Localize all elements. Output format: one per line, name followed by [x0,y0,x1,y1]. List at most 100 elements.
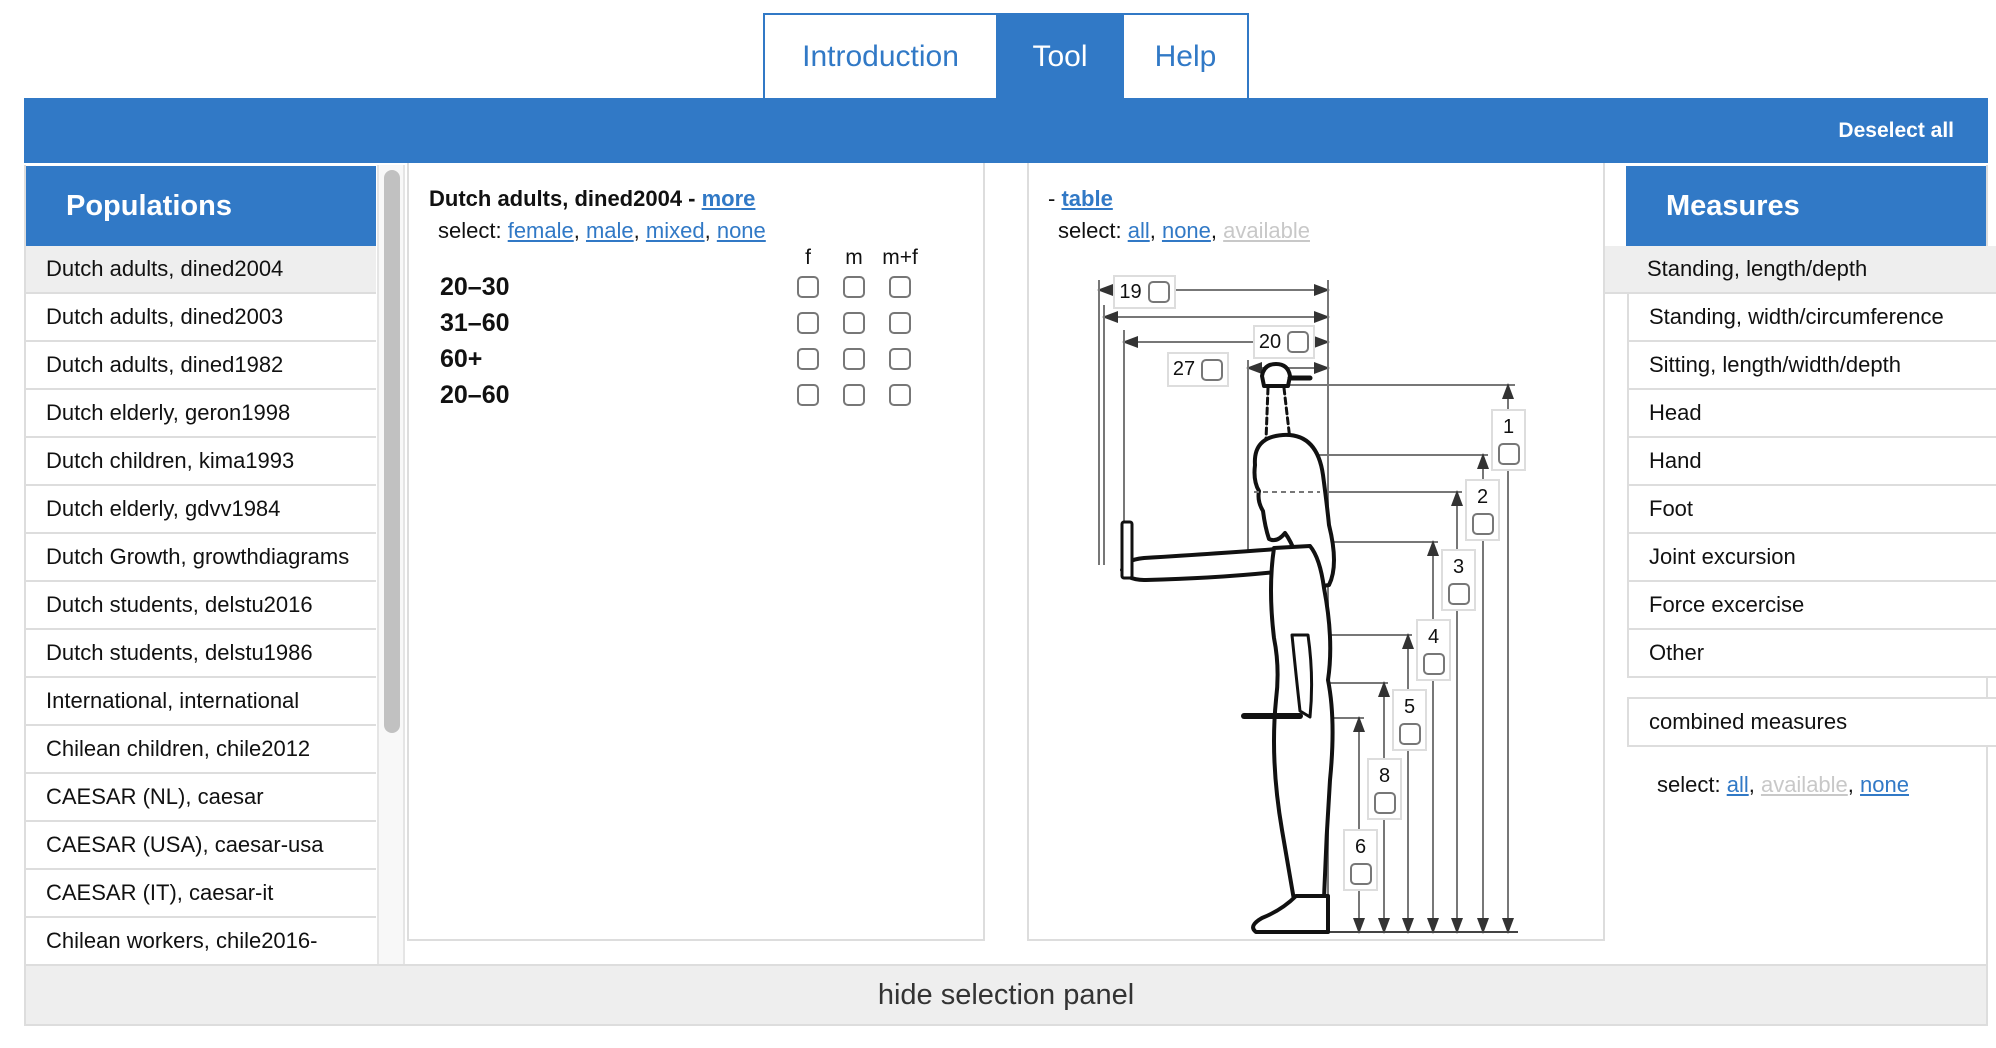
column-header-f: f [805,246,811,269]
measure-number: 20 [1258,330,1282,353]
measure-number: 3 [1452,555,1465,578]
measure-category-item[interactable]: Force excercise [1627,582,1996,630]
population-item[interactable]: Dutch Growth, growthdiagrams [26,534,376,582]
population-item[interactable]: CAESAR (NL), caesar [26,774,376,822]
measure-category-item[interactable]: Sitting, length/width/depth [1627,342,1996,390]
population-item[interactable]: Dutch elderly, gdvv1984 [26,486,376,534]
measure-number: 8 [1378,764,1391,787]
measure-label-27: 27 [1167,352,1229,387]
measure-checkbox-1[interactable] [1497,442,1520,465]
measure-label-19: 19 [1113,275,1176,309]
column-header-mf: m+f [882,246,918,269]
age-group-label: 20–30 [440,273,510,301]
measure-label-4: 4 [1416,619,1451,681]
population-item[interactable]: Chilean children, chile2012 [26,726,376,774]
measure-category-item[interactable]: Foot [1627,486,1996,534]
gender-select-prefix: select: [438,218,508,243]
select-female-link[interactable]: female [508,218,574,243]
select-none-link[interactable]: none [717,218,766,243]
measure-checkbox-3[interactable] [1447,582,1470,605]
measure-checkbox-4[interactable] [1422,652,1445,675]
dataset-title-line: Dutch adults, dined2004 - more [429,186,755,212]
measure-number: 2 [1476,485,1489,508]
age-checkbox-mf[interactable] [889,276,911,298]
age-checkbox-m[interactable] [843,312,865,334]
measures-select-none-link[interactable]: none [1860,772,1909,797]
measures-select-available-link: available [1760,772,1848,797]
measures-select-all-link[interactable]: all [1727,772,1749,797]
measure-checkbox-19[interactable] [1147,281,1170,303]
measure-category-item[interactable]: Standing, length/depth [1605,246,1996,294]
age-checkbox-m[interactable] [843,384,865,406]
population-item[interactable]: International, international [26,678,376,726]
tab-introduction[interactable]: Introduction [765,15,996,98]
measure-category-item[interactable]: Joint excursion [1627,534,1996,582]
population-item[interactable]: Dutch adults, dined2003 [26,294,376,342]
measure-category-item[interactable]: Other [1627,630,1996,678]
population-item[interactable]: Dutch elderly, geron1998 [26,390,376,438]
age-checkbox-mf[interactable] [889,348,911,370]
age-checkbox-mf[interactable] [889,384,911,406]
populations-list: Dutch adults, dined2004 Dutch adults, din… [26,246,376,964]
measures-select-prefix: select: [1657,772,1727,797]
measure-number: 4 [1427,625,1440,648]
measure-category-item[interactable]: Hand [1627,438,1996,486]
age-group-label: 60+ [440,345,483,373]
populations-header: Populations [26,166,376,246]
populations-scrollbar-thumb[interactable] [384,170,400,733]
age-checkbox-m[interactable] [843,276,865,298]
population-item[interactable]: Dutch adults, dined2004 [26,246,376,294]
main-tabs: Introduction Tool Help [763,13,1249,98]
tab-tool[interactable]: Tool [996,15,1124,98]
measure-label-3: 3 [1441,549,1476,611]
population-item[interactable]: CAESAR (IT), caesar-it [26,870,376,918]
age-checkbox-f[interactable] [797,384,819,406]
table-link-prefix: - [1048,186,1062,211]
age-checkbox-mf[interactable] [889,312,911,334]
measure-category-item[interactable]: Standing, width/circumference [1627,294,1996,342]
measure-checkbox-27[interactable] [1201,358,1224,381]
select-mixed-link[interactable]: mixed [646,218,705,243]
deselect-all-button[interactable]: Deselect all [1838,98,1954,163]
population-item[interactable]: Chilean workers, chile2016- [26,918,376,964]
table-link[interactable]: table [1061,186,1112,211]
tab-help[interactable]: Help [1124,15,1247,98]
measure-category-item[interactable]: Head [1627,390,1996,438]
population-item[interactable]: Dutch adults, dined1982 [26,342,376,390]
age-checkbox-f[interactable] [797,312,819,334]
measure-label-5: 5 [1392,689,1427,751]
gender-select-line: select: female, male, mixed, none [438,218,766,243]
measure-number: 5 [1403,695,1416,718]
population-item[interactable]: Dutch students, delstu1986 [26,630,376,678]
measure-number: 19 [1119,280,1142,303]
combined-measures-item[interactable]: combined measures [1627,697,1996,747]
more-link[interactable]: more [702,186,756,211]
measure-checkbox-2[interactable] [1471,512,1494,535]
measure-checkbox-20[interactable] [1287,331,1310,353]
measure-checkbox-6[interactable] [1349,862,1372,885]
measure-label-2: 2 [1465,479,1500,541]
measure-number: 6 [1354,835,1367,858]
column-header-m: m [845,246,863,269]
measure-label-20: 20 [1253,325,1315,359]
hide-selection-panel-button[interactable]: hide selection panel [24,964,1988,1026]
measure-number: 1 [1502,415,1515,438]
measure-checkbox-8[interactable] [1373,791,1396,814]
population-item[interactable]: CAESAR (USA), caesar-usa [26,822,376,870]
person-figure [1120,362,1336,934]
population-item[interactable]: Dutch students, delstu2016 [26,582,376,630]
age-checkbox-f[interactable] [797,276,819,298]
dataset-title-separator: - [682,186,702,211]
population-item[interactable]: Dutch children, kima1993 [26,438,376,486]
measures-header: Measures [1626,166,1986,246]
age-checkbox-m[interactable] [843,348,865,370]
measure-label-6: 6 [1343,829,1378,891]
measure-number: 27 [1172,358,1196,380]
select-male-link[interactable]: male [586,218,634,243]
age-checkbox-f[interactable] [797,348,819,370]
age-group-label: 20–60 [440,381,510,409]
dataset-title: Dutch adults, dined2004 [429,186,683,211]
measure-checkbox-5[interactable] [1398,722,1421,745]
measure-label-8: 8 [1367,758,1402,820]
toolbar: Deselect all [24,98,1988,163]
